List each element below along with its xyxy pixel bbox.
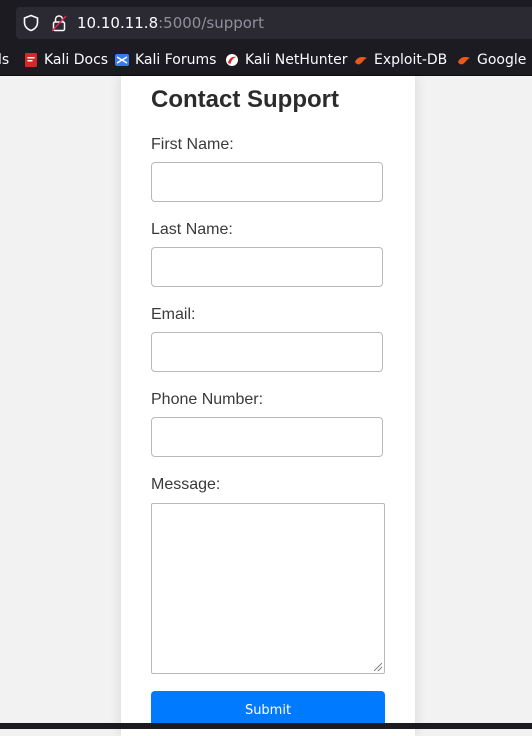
bookmark-kali-nethunter[interactable]: Kali NetHunter: [225, 50, 347, 70]
page-title: Contact Support: [151, 86, 339, 113]
email-input[interactable]: [151, 332, 383, 372]
kali-forums-icon: [115, 54, 129, 66]
bookmark-label: Google H: [477, 52, 532, 68]
bookmark-exploit-db[interactable]: Exploit-DB: [354, 50, 447, 70]
bookmark-google-hacking[interactable]: Google H: [457, 50, 532, 70]
resize-handle-icon[interactable]: [374, 663, 382, 671]
bookmark-kali-docs[interactable]: Kali Docs: [24, 50, 108, 70]
last-name-input[interactable]: [151, 247, 383, 287]
first-name-input[interactable]: [151, 162, 383, 202]
phone-label: Phone Number:: [151, 391, 264, 408]
support-form-card: Contact Support First Name: Last Name: E…: [121, 76, 415, 736]
url-text[interactable]: 10.10.11.8:5000/support: [77, 14, 264, 32]
message-label: Message:: [151, 476, 221, 493]
browser-toolbar: 10.10.11.8:5000/support: [0, 0, 532, 46]
bookmark-label: Kali Forums: [135, 52, 217, 68]
shield-icon[interactable]: [22, 14, 40, 32]
bottom-bar: [0, 723, 532, 729]
bookmark-label: Kali NetHunter: [245, 52, 348, 68]
kali-nethunter-icon: [226, 54, 238, 66]
bookmark-kali-forums[interactable]: Kali Forums: [115, 50, 216, 70]
last-name-label: Last Name:: [151, 221, 233, 238]
google-hacking-icon: [458, 57, 470, 65]
exploit-db-icon: [355, 57, 367, 65]
bookmark-label: ls: [0, 52, 10, 68]
phone-input[interactable]: [151, 417, 383, 457]
first-name-label: First Name:: [151, 136, 234, 153]
message-textarea[interactable]: [151, 503, 385, 674]
lock-icon[interactable]: [51, 14, 67, 32]
url-path: :5000/support: [158, 14, 264, 32]
bookmark-label: Kali Docs: [44, 52, 109, 68]
kali-docs-icon: [25, 53, 37, 67]
email-label: Email:: [151, 306, 196, 323]
bookmarks-toolbar: ls Kali Docs Kali Forums Kali NetHunter …: [0, 46, 532, 76]
url-host: 10.10.11.8: [77, 14, 159, 32]
bookmark-label: Exploit-DB: [374, 52, 448, 68]
bookmark-partial[interactable]: ls: [0, 50, 9, 70]
